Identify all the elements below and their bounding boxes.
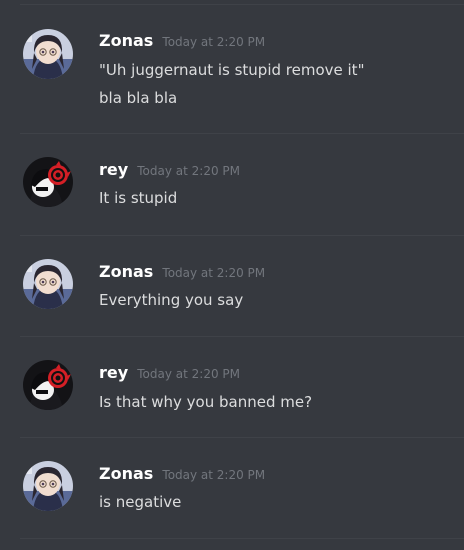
- zonas-avatar-icon[interactable]: [23, 29, 73, 79]
- message-divider: [20, 4, 464, 5]
- username[interactable]: rey: [99, 363, 128, 382]
- rey-avatar-icon[interactable]: [23, 360, 73, 410]
- username[interactable]: rey: [99, 160, 128, 179]
- message-text: "Uh juggernaut is stupid remove it": [99, 61, 365, 79]
- message-divider: [20, 437, 464, 438]
- username[interactable]: Zonas: [99, 262, 153, 281]
- message-divider: [20, 235, 464, 236]
- zonas-avatar-icon[interactable]: [23, 259, 73, 309]
- timestamp[interactable]: Today at 2:20 PM: [162, 266, 265, 280]
- rey-avatar-icon[interactable]: [23, 157, 73, 207]
- message-header: Zonas Today at 2:20 PM: [99, 31, 265, 52]
- timestamp[interactable]: Today at 2:20 PM: [137, 164, 240, 178]
- message-text: Everything you say: [99, 291, 244, 309]
- message-text: Is that why you banned me?: [99, 393, 313, 411]
- timestamp[interactable]: Today at 2:20 PM: [162, 35, 265, 49]
- chat-message-list: Zonas Today at 2:20 PM "Uh juggernaut is…: [0, 0, 464, 550]
- message-text: bla bla bla: [99, 89, 178, 107]
- message-divider: [20, 538, 464, 539]
- message-header: rey Today at 2:20 PM: [99, 363, 240, 384]
- timestamp[interactable]: Today at 2:20 PM: [162, 468, 265, 482]
- message-header: Zonas Today at 2:20 PM: [99, 262, 265, 283]
- message-header: Zonas Today at 2:20 PM: [99, 464, 265, 485]
- username[interactable]: Zonas: [99, 31, 153, 50]
- message-header: rey Today at 2:20 PM: [99, 160, 240, 181]
- message-divider: [20, 133, 464, 134]
- username[interactable]: Zonas: [99, 464, 153, 483]
- message-text: is negative: [99, 493, 182, 511]
- timestamp[interactable]: Today at 2:20 PM: [137, 367, 240, 381]
- message-divider: [20, 336, 464, 337]
- message-text: It is stupid: [99, 189, 178, 207]
- zonas-avatar-icon[interactable]: [23, 461, 73, 511]
